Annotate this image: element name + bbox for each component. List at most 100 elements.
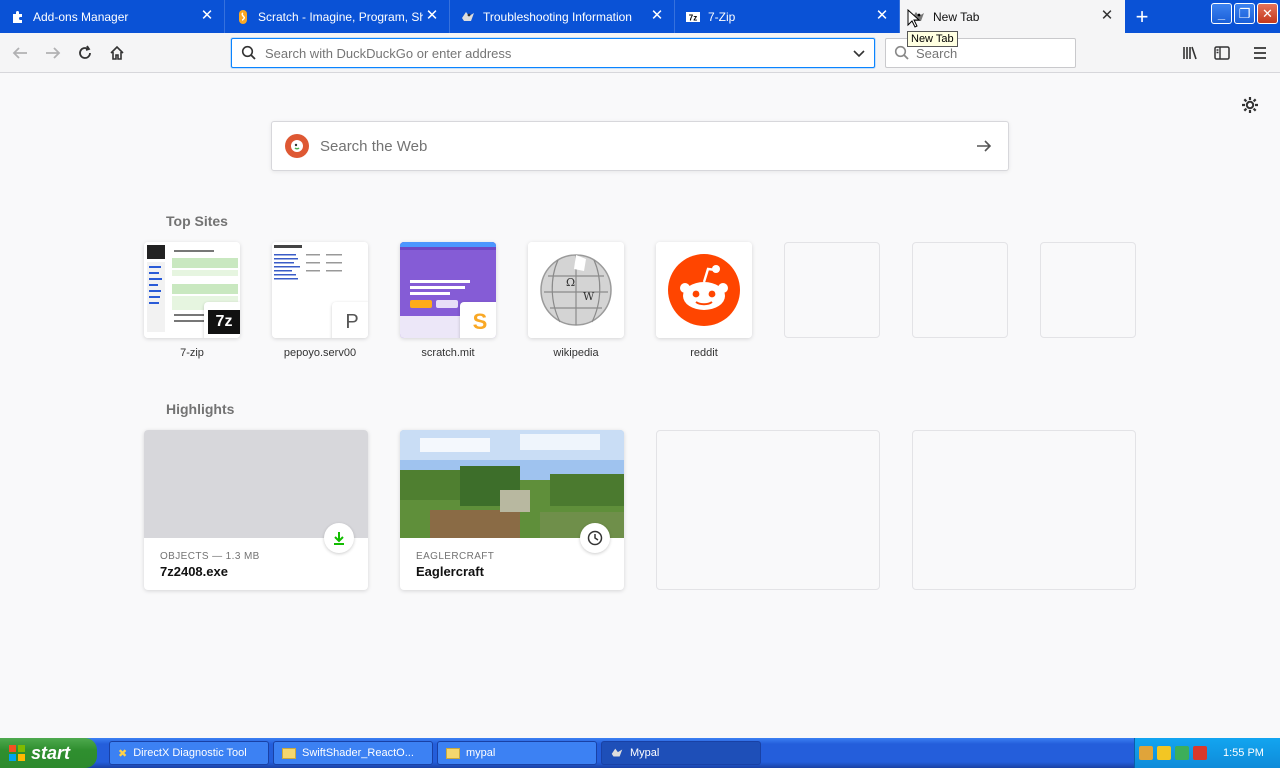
menu-button[interactable] bbox=[1246, 39, 1274, 67]
tray-network-icon[interactable] bbox=[1139, 746, 1153, 760]
site-label: 7-zip bbox=[180, 347, 204, 359]
svg-text:Ω: Ω bbox=[566, 276, 575, 289]
task-directx-diagnostic[interactable]: ✖ DirectX Diagnostic Tool bbox=[109, 741, 269, 765]
duckduckgo-icon bbox=[285, 134, 309, 158]
top-site-wikipedia[interactable]: Ω W wikipedia bbox=[528, 242, 624, 359]
tab-troubleshooting[interactable]: Troubleshooting Information ✕ bbox=[450, 0, 675, 33]
site-label: reddit bbox=[690, 347, 718, 359]
tab-bar: Add-ons Manager ✕ Scratch - Imagine, Pro… bbox=[0, 0, 1280, 33]
url-bar[interactable] bbox=[231, 38, 875, 68]
task-label: SwiftShader_ReactO... bbox=[302, 747, 414, 759]
highlight-card-eaglercraft[interactable]: EAGLERCRAFT Eaglercraft bbox=[400, 430, 624, 590]
hamburger-menu-icon bbox=[1254, 47, 1266, 59]
task-label: Mypal bbox=[630, 747, 660, 759]
sidebar-button[interactable] bbox=[1208, 39, 1236, 67]
tab-7zip[interactable]: 7z 7-Zip ✕ bbox=[675, 0, 900, 33]
forward-button[interactable] bbox=[39, 39, 67, 67]
site-thumbnail bbox=[656, 242, 752, 338]
close-window-button[interactable]: ✕ bbox=[1257, 3, 1278, 24]
web-search-placeholder: Search the Web bbox=[320, 137, 428, 155]
site-thumbnail: S bbox=[400, 242, 496, 338]
mypal-icon bbox=[611, 748, 623, 757]
highlight-image bbox=[144, 430, 368, 538]
minimize-button[interactable]: _ bbox=[1211, 3, 1232, 24]
customize-settings-button[interactable] bbox=[1240, 95, 1260, 115]
highlight-card-download[interactable]: OBJECTS — 1.3 MB 7z2408.exe bbox=[144, 430, 368, 590]
close-icon[interactable]: ✕ bbox=[200, 8, 214, 23]
task-swiftshader-folder[interactable]: SwiftShader_ReactO... bbox=[273, 741, 433, 765]
task-label: mypal bbox=[466, 747, 496, 759]
tray-update-icon[interactable] bbox=[1175, 746, 1189, 760]
browser-window: Add-ons Manager ✕ Scratch - Imagine, Pro… bbox=[0, 0, 1280, 768]
search-input[interactable] bbox=[916, 45, 1066, 61]
7zip-icon: 7z bbox=[685, 9, 701, 25]
top-site-pepoyo[interactable]: P pepoyo.serv00 bbox=[272, 242, 368, 359]
search-icon bbox=[241, 45, 256, 60]
home-button[interactable] bbox=[103, 39, 131, 67]
site-badge-scratch: S bbox=[460, 302, 496, 338]
reload-button[interactable] bbox=[71, 39, 99, 67]
start-label: start bbox=[31, 742, 71, 763]
site-label: pepoyo.serv00 bbox=[283, 347, 357, 359]
new-tab-button[interactable]: + bbox=[1125, 0, 1159, 33]
close-icon[interactable]: ✕ bbox=[875, 8, 889, 23]
7zip-logo: 7z bbox=[208, 310, 240, 334]
tray-security-icon[interactable] bbox=[1193, 746, 1207, 760]
tab-title: Troubleshooting Information bbox=[483, 9, 632, 24]
close-icon[interactable]: ✕ bbox=[1100, 8, 1114, 23]
web-search-box[interactable]: Search the Web bbox=[271, 121, 1009, 171]
url-input[interactable] bbox=[265, 45, 845, 61]
top-site-scratch[interactable]: S scratch.mit bbox=[400, 242, 496, 359]
search-icon bbox=[894, 45, 909, 60]
tab-addons-manager[interactable]: Add-ons Manager ✕ bbox=[0, 0, 225, 33]
puzzle-icon bbox=[10, 9, 26, 25]
window-controls: _ ❐ ✕ bbox=[1211, 3, 1278, 24]
highlight-title: 7z2408.exe bbox=[160, 564, 228, 579]
start-button[interactable]: start bbox=[0, 738, 97, 768]
empty-site-slot bbox=[912, 242, 1008, 338]
library-icon bbox=[1183, 46, 1197, 60]
task-mypal-folder[interactable]: mypal bbox=[437, 741, 597, 765]
home-icon bbox=[110, 45, 124, 60]
top-sites-title: Top Sites bbox=[166, 213, 228, 229]
scratch-cat-icon: S bbox=[472, 309, 488, 334]
tab-title: 7-Zip bbox=[708, 9, 736, 24]
top-site-empty[interactable] bbox=[1040, 242, 1136, 359]
task-mypal-browser[interactable]: Mypal bbox=[601, 741, 761, 765]
svg-text:W: W bbox=[583, 290, 595, 303]
sidebar-icon bbox=[1214, 46, 1230, 60]
windows-taskbar: start ✖ DirectX Diagnostic Tool SwiftSha… bbox=[0, 738, 1280, 768]
site-thumbnail: 7z bbox=[144, 242, 240, 338]
close-icon[interactable]: ✕ bbox=[425, 8, 439, 23]
tab-title: Add-ons Manager bbox=[33, 9, 129, 24]
chevron-down-icon bbox=[853, 50, 865, 58]
back-button[interactable] bbox=[6, 39, 34, 67]
wikipedia-globe-icon: Ω W bbox=[528, 242, 624, 338]
library-button[interactable] bbox=[1176, 39, 1204, 67]
svg-text:7z: 7z bbox=[689, 13, 697, 22]
tab-new-tab[interactable]: New Tab ✕ bbox=[900, 0, 1125, 33]
close-icon[interactable]: ✕ bbox=[650, 8, 664, 23]
gear-icon bbox=[1242, 97, 1258, 113]
letter-p-icon: P bbox=[345, 310, 359, 333]
empty-site-slot bbox=[784, 242, 880, 338]
clock-icon bbox=[580, 523, 610, 553]
top-site-empty[interactable] bbox=[784, 242, 880, 359]
top-site-empty[interactable] bbox=[912, 242, 1008, 359]
folder-icon bbox=[282, 747, 296, 759]
clock[interactable]: 1:55 PM bbox=[1223, 747, 1264, 759]
top-site-reddit[interactable]: reddit bbox=[656, 242, 752, 359]
top-site-7zip[interactable]: 7z 7-zip bbox=[144, 242, 240, 359]
tab-title: Scratch - Imagine, Program, Share bbox=[258, 9, 423, 24]
empty-site-slot bbox=[1040, 242, 1136, 338]
highlight-empty-slot bbox=[912, 430, 1136, 590]
restore-button[interactable]: ❐ bbox=[1234, 3, 1255, 24]
scratch-icon bbox=[235, 9, 251, 25]
directx-icon: ✖ bbox=[118, 747, 128, 760]
tab-scratch[interactable]: Scratch - Imagine, Program, Share ✕ bbox=[225, 0, 450, 33]
highlight-context: EAGLERCRAFT bbox=[416, 551, 495, 562]
highlights-grid: OBJECTS — 1.3 MB 7z2408.exe EAGLERCRAFT bbox=[144, 430, 1136, 590]
highlight-image bbox=[400, 430, 624, 538]
tray-shield-icon[interactable] bbox=[1157, 746, 1171, 760]
highlight-empty-slot bbox=[656, 430, 880, 590]
